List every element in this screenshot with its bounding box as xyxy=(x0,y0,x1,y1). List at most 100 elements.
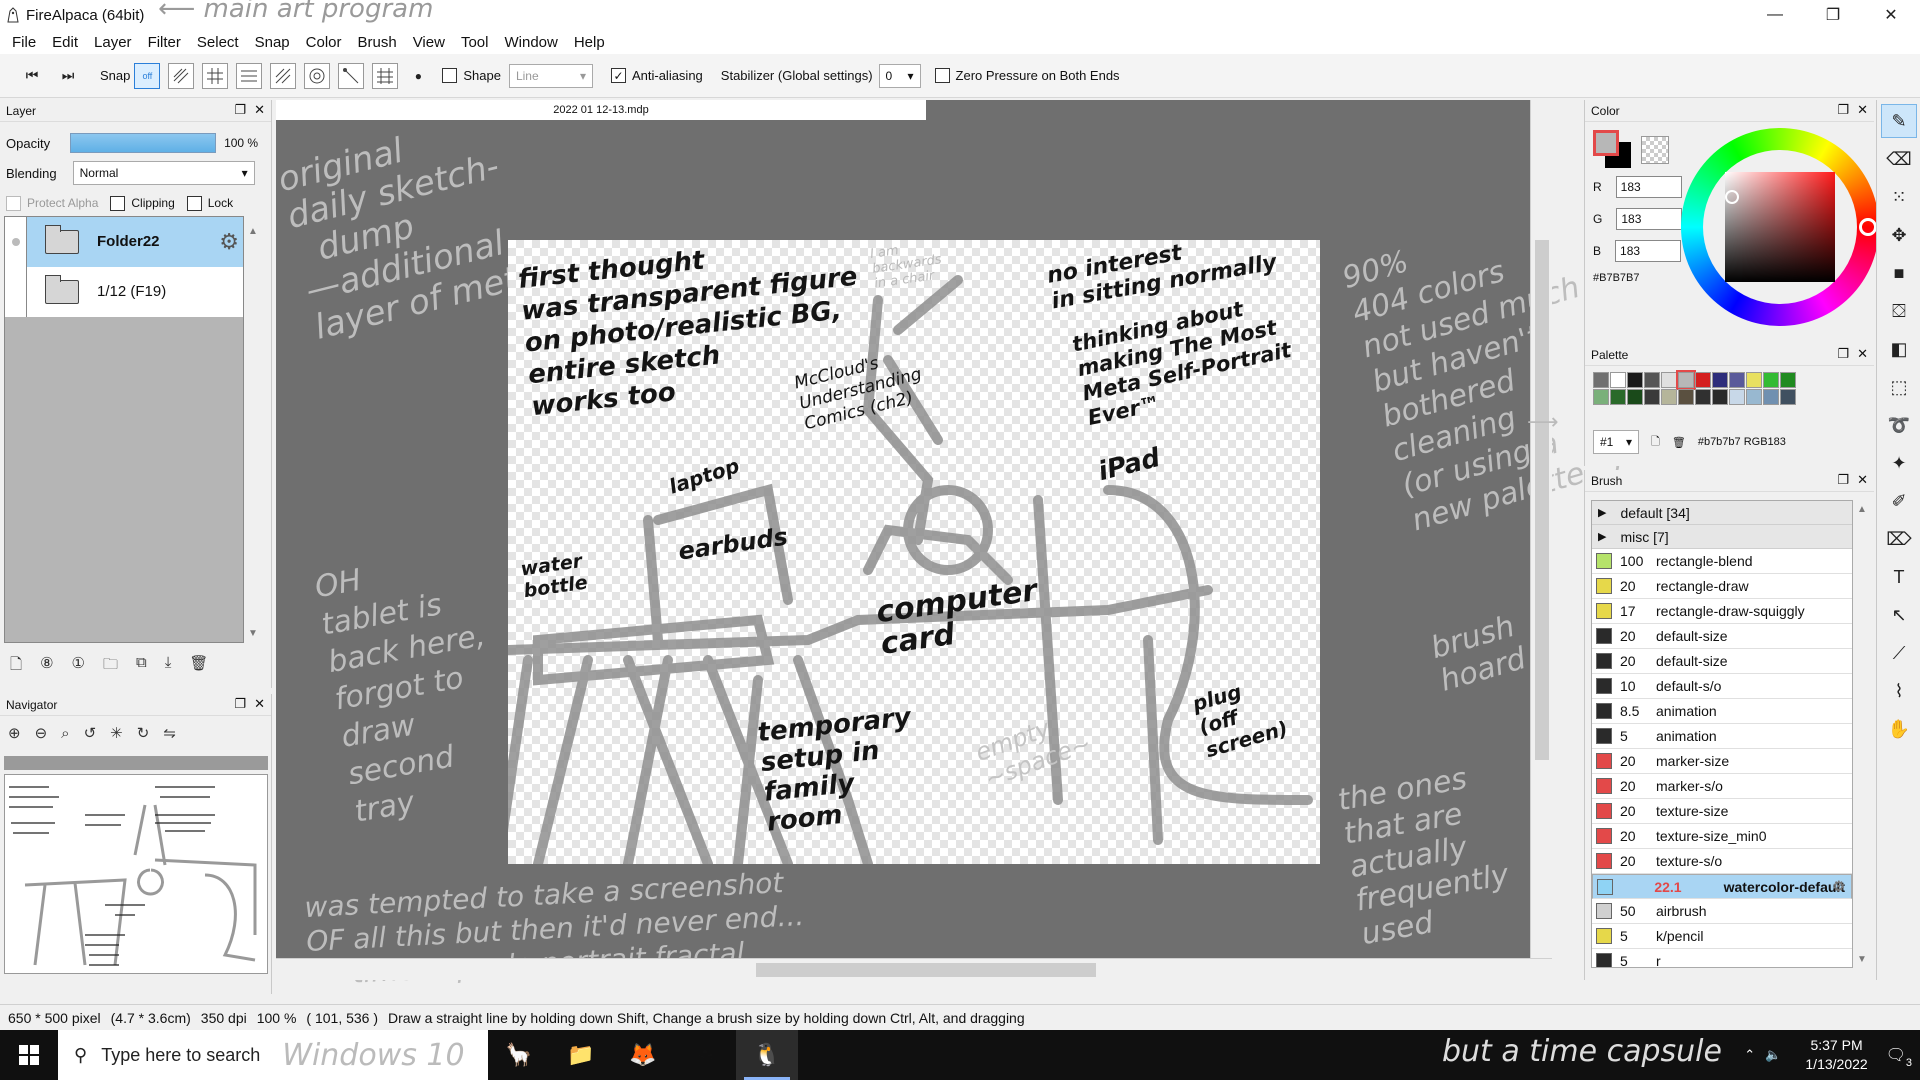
select-eraser-tool-icon[interactable]: ⌦ xyxy=(1881,522,1917,556)
brush-item[interactable]: 20 default-size xyxy=(1592,624,1852,649)
eyedropper-tool-icon[interactable]: ⌇ xyxy=(1881,674,1917,708)
menu-edit[interactable]: Edit xyxy=(44,34,86,51)
taskbar-firealpaca-running-icon[interactable]: 🐧 xyxy=(736,1030,798,1080)
protect-alpha-checkbox[interactable] xyxy=(6,195,21,211)
layer-body[interactable]: 1/12 (F19) xyxy=(27,266,243,317)
hue-picker-handle[interactable] xyxy=(1859,218,1877,236)
new-layer-icon[interactable]: 🗋 xyxy=(10,654,22,679)
volume-icon[interactable]: 🔈 xyxy=(1765,1047,1781,1063)
maximize-button[interactable]: ❐ xyxy=(1804,0,1862,30)
select-tool-icon[interactable]: ⬚ xyxy=(1881,370,1917,404)
new-palette-icon[interactable]: 🗋 xyxy=(1651,433,1660,452)
brush-tool-icon[interactable]: ✎ xyxy=(1881,104,1917,138)
palette-swatch[interactable] xyxy=(1593,372,1609,388)
menu-window[interactable]: Window xyxy=(496,34,565,51)
horizontal-scrollbar[interactable] xyxy=(276,958,1552,980)
stabilizer-select[interactable]: 0 ▾ xyxy=(878,63,921,88)
document-tab[interactable]: 2022 01 12-13.mdp xyxy=(276,100,926,120)
brush-scroll-down-icon[interactable]: ▼ xyxy=(1857,954,1867,965)
brush-item[interactable]: 22.1 watercolor-default ⚙ xyxy=(1592,874,1852,899)
transparent-color-swatch[interactable] xyxy=(1641,136,1669,164)
divide-tool-icon[interactable]: ⟋ xyxy=(1881,636,1917,670)
layer-item[interactable]: Folder22 ⚙ xyxy=(5,216,243,267)
layer-scroll-up-icon[interactable]: ▲ xyxy=(248,226,258,237)
new-1bit-layer-icon[interactable]: ① xyxy=(72,654,85,679)
start-button[interactable] xyxy=(0,1030,58,1080)
close-icon[interactable]: ✕ xyxy=(1857,472,1868,488)
brush-group-misc[interactable]: ▶ misc [7] xyxy=(1592,525,1852,549)
zoom-out-icon[interactable]: ⊖ xyxy=(35,724,48,742)
visibility-toggle[interactable] xyxy=(5,216,27,267)
palette-swatch[interactable] xyxy=(1695,372,1711,388)
brush-item[interactable]: 8.5 animation xyxy=(1592,699,1852,724)
menu-snap[interactable]: Snap xyxy=(247,34,298,51)
brush-item[interactable]: 20 default-size xyxy=(1592,649,1852,674)
brush-item[interactable]: 100 rectangle-blend xyxy=(1592,549,1852,574)
eraser-tool-icon[interactable]: ⌫ xyxy=(1881,142,1917,176)
navigator-preview[interactable] xyxy=(4,774,268,974)
palette-swatch[interactable] xyxy=(1661,372,1677,388)
palette-swatch[interactable] xyxy=(1627,372,1643,388)
close-icon[interactable]: ✕ xyxy=(1857,102,1868,118)
layer-body[interactable]: Folder22 ⚙ xyxy=(27,216,243,267)
move-tool-icon[interactable]: ✥ xyxy=(1881,218,1917,252)
snap-crisscross-icon[interactable] xyxy=(236,62,263,89)
menu-color[interactable]: Color xyxy=(298,34,350,51)
snap-circle-icon[interactable] xyxy=(304,62,331,89)
drawing-canvas[interactable]: first thought was transparent figure on … xyxy=(508,240,1320,864)
brush-item[interactable]: 5r xyxy=(1592,949,1852,967)
visibility-toggle[interactable] xyxy=(5,266,27,317)
undock-icon[interactable]: ❐ xyxy=(234,102,246,118)
r-input[interactable]: 183 xyxy=(1615,176,1682,198)
navigator-scrollbar[interactable] xyxy=(4,756,268,770)
brush-item[interactable]: 20 rectangle-draw xyxy=(1592,574,1852,599)
layer-item[interactable]: 1/12 (F19) xyxy=(5,266,243,317)
undock-icon[interactable]: ❐ xyxy=(1837,472,1849,488)
shape-checkbox[interactable] xyxy=(442,68,458,83)
text-tool-icon[interactable]: T xyxy=(1881,560,1917,594)
taskbar-firealpaca-pinned-icon[interactable]: 🦙 xyxy=(488,1030,550,1080)
close-icon[interactable]: ✕ xyxy=(254,696,265,712)
g-input[interactable]: 183 xyxy=(1616,208,1683,230)
snap-off-button[interactable]: off xyxy=(134,62,161,89)
merge-down-icon[interactable]: ⤓ xyxy=(165,654,172,679)
brush-item[interactable]: 10 default-s/o xyxy=(1592,674,1852,699)
magic-wand-tool-icon[interactable]: ✦ xyxy=(1881,446,1917,480)
palette-swatch[interactable] xyxy=(1746,372,1762,388)
minimize-button[interactable]: — xyxy=(1746,0,1804,30)
brush-item[interactable]: 20 texture-size xyxy=(1592,799,1852,824)
taskbar-search[interactable]: ⚲ Type here to search Windows 10 xyxy=(58,1030,488,1080)
snap-radial-icon[interactable] xyxy=(270,62,297,89)
saturation-value-square[interactable] xyxy=(1725,172,1835,282)
menu-tool[interactable]: Tool xyxy=(453,34,497,51)
palette-swatch[interactable] xyxy=(1729,372,1745,388)
undock-icon[interactable]: ❐ xyxy=(1837,346,1849,362)
brush-item[interactable]: 20 marker-size xyxy=(1592,749,1852,774)
color-wheel[interactable] xyxy=(1681,128,1879,326)
palette-swatch[interactable] xyxy=(1712,372,1728,388)
palette-swatch[interactable] xyxy=(1712,389,1728,405)
gradient-tool-icon[interactable]: ◧ xyxy=(1881,332,1917,366)
antialias-checkbox[interactable]: ✓ xyxy=(610,68,626,83)
palette-swatch[interactable] xyxy=(1593,389,1609,405)
taskbar-file-explorer-icon[interactable]: 📁 xyxy=(550,1030,612,1080)
gear-icon[interactable]: ⚙ xyxy=(219,229,239,255)
brush-item[interactable]: 5 animation xyxy=(1592,724,1852,749)
palette-swatch[interactable] xyxy=(1610,372,1626,388)
bucket-tool-icon[interactable]: ⛋ xyxy=(1881,294,1917,328)
undock-icon[interactable]: ❐ xyxy=(1837,102,1849,118)
lock-checkbox[interactable] xyxy=(186,195,202,211)
brush-item[interactable]: 17 rectangle-draw-squiggly xyxy=(1592,599,1852,624)
opacity-slider[interactable] xyxy=(70,133,217,153)
palette-swatch[interactable] xyxy=(1644,372,1660,388)
menu-file[interactable]: File xyxy=(4,34,44,51)
redo-icon[interactable]: ⏭ xyxy=(56,64,80,88)
undock-icon[interactable]: ❐ xyxy=(234,696,246,712)
blending-select[interactable]: Normal ▾ xyxy=(72,161,255,185)
shape-select[interactable]: Line ▾ xyxy=(508,63,593,88)
palette-swatch[interactable] xyxy=(1780,389,1796,405)
palette-swatch[interactable] xyxy=(1661,389,1677,405)
palette-swatch[interactable] xyxy=(1676,370,1696,390)
taskbar-image-app-icon[interactable]: 🖼 xyxy=(674,1030,736,1080)
brush-item[interactable]: 20 marker-s/o xyxy=(1592,774,1852,799)
